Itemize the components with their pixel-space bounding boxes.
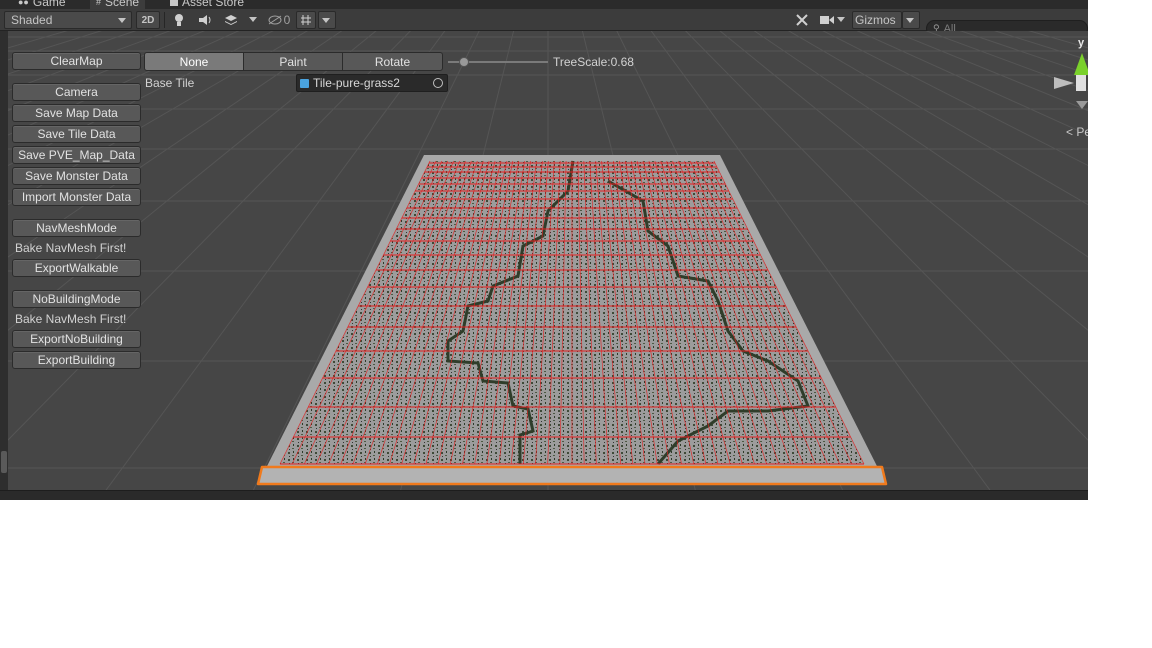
status-bar (0, 490, 1088, 500)
slider-thumb[interactable] (459, 57, 469, 67)
base-tile-label: Base Tile (145, 76, 195, 90)
selected-edge-strip (256, 465, 888, 486)
2d-toggle-button[interactable]: 2D (136, 11, 160, 29)
tab-asset-store[interactable]: Asset Store (164, 0, 250, 9)
object-picker-icon[interactable] (433, 78, 443, 88)
clear-map-button[interactable]: ClearMap (12, 52, 141, 70)
camera-settings-dropdown[interactable] (836, 11, 850, 29)
export-building-label: ExportBuilding (37, 353, 116, 367)
tree-scale-slider[interactable] (448, 55, 548, 69)
mode-none-label: None (179, 54, 209, 69)
tab-asset-store-label: Asset Store (182, 0, 245, 9)
save-monster-data-button[interactable]: Save Monster Data (12, 167, 141, 185)
bake-navmesh-hint: Bake NavMesh First! (15, 241, 127, 255)
hidden-count-label: 0 (283, 13, 291, 27)
save-pve-map-data-button[interactable]: Save PVE_Map_Data (12, 146, 141, 164)
unity-editor-window: ●● Game # Scene Asset Store Shaded 2D 0 … (0, 0, 1088, 500)
tab-bar: ●● Game # Scene Asset Store (0, 0, 1088, 9)
toolbar-divider (164, 12, 165, 28)
tab-game-label: Game (32, 0, 66, 9)
navmesh-mode-label: NavMeshMode (36, 221, 117, 235)
prefab-cube-icon (300, 78, 309, 88)
effects-toggle-button[interactable] (220, 11, 242, 29)
save-monster-data-label: Save Monster Data (25, 169, 128, 183)
grid-icon (301, 15, 311, 25)
mode-none-button[interactable]: None (144, 52, 244, 71)
scene-canvas[interactable] (8, 31, 1088, 490)
grid-toggle-button[interactable] (296, 11, 316, 29)
nobuilding-mode-button[interactable]: NoBuildingMode (12, 290, 141, 308)
tools-button[interactable] (790, 11, 814, 29)
mode-paint-button[interactable]: Paint (243, 52, 343, 71)
save-map-data-label: Save Map Data (35, 106, 118, 120)
video-camera-icon (820, 16, 834, 24)
save-map-data-button[interactable]: Save Map Data (12, 104, 141, 122)
tile-map[interactable] (256, 155, 888, 486)
store-icon (170, 0, 178, 6)
gizmos-label: Gizmos (855, 13, 896, 27)
shading-mode-label: Shaded (11, 13, 53, 27)
scroll-handle[interactable] (1, 451, 7, 473)
mode-rotate-button[interactable]: Rotate (342, 52, 443, 71)
shading-mode-dropdown[interactable]: Shaded (4, 11, 132, 29)
export-walkable-label: ExportWalkable (34, 261, 119, 275)
lighting-toggle-button[interactable] (168, 11, 190, 29)
save-pve-map-data-label: Save PVE_Map_Data (18, 148, 135, 162)
clear-map-label: ClearMap (50, 54, 103, 68)
gamepad-icon: ●● (18, 0, 29, 7)
base-tile-value: Tile-pure-grass2 (313, 76, 400, 90)
scene-toolbar: Shaded 2D 0 Gizmos ⚲ All (0, 9, 1088, 37)
nobuilding-mode-label: NoBuildingMode (32, 292, 121, 306)
gizmos-button[interactable]: Gizmos (852, 11, 902, 29)
speaker-icon (199, 15, 211, 25)
projection-text: Pe (1076, 125, 1088, 139)
camera-settings-button[interactable] (818, 11, 836, 29)
mode-rotate-label: Rotate (374, 54, 411, 69)
export-nobuilding-label: ExportNoBuilding (30, 332, 123, 346)
layers-icon (225, 15, 237, 25)
grid-dropdown[interactable] (318, 11, 336, 29)
navmesh-mode-button[interactable]: NavMeshMode (12, 219, 141, 237)
tab-scene[interactable]: # Scene (90, 0, 146, 9)
base-tile-object-field[interactable]: Tile-pure-grass2 (296, 74, 448, 92)
export-building-button[interactable]: ExportBuilding (12, 351, 141, 369)
hidden-objects-toggle[interactable]: 0 (264, 11, 294, 29)
eye-slash-icon (268, 15, 282, 25)
export-walkable-button[interactable]: ExportWalkable (12, 259, 141, 277)
scene-icon: # (96, 0, 102, 7)
orientation-gizmo[interactable]: y < Pe (1054, 33, 1088, 143)
projection-label[interactable]: < Pe (1066, 125, 1088, 139)
import-monster-data-button[interactable]: Import Monster Data (12, 188, 141, 206)
tools-icon (796, 14, 808, 26)
import-monster-data-label: Import Monster Data (21, 190, 132, 204)
lightbulb-icon (175, 14, 183, 26)
effects-dropdown[interactable] (244, 11, 262, 29)
tree-scale-label: TreeScale:0.68 (553, 55, 634, 69)
left-scrollbar[interactable] (0, 31, 8, 490)
gizmos-dropdown[interactable] (902, 11, 920, 29)
audio-toggle-button[interactable] (194, 11, 216, 29)
tab-scene-label: Scene (105, 0, 140, 9)
y-axis-label: y (1078, 37, 1085, 49)
2d-toggle-label: 2D (141, 14, 155, 26)
tab-game[interactable]: ●● Game (12, 0, 72, 9)
save-tile-data-button[interactable]: Save Tile Data (12, 125, 141, 143)
axis-cone-icon[interactable] (1054, 49, 1088, 129)
mode-paint-label: Paint (279, 54, 307, 69)
export-nobuilding-button[interactable]: ExportNoBuilding (12, 330, 141, 348)
save-tile-data-label: Save Tile Data (37, 127, 116, 141)
camera-button-label: Camera (55, 85, 98, 99)
scene-viewport[interactable]: y < Pe (8, 31, 1088, 490)
camera-button[interactable]: Camera (12, 83, 141, 101)
bake-navmesh-hint-2: Bake NavMesh First! (15, 312, 127, 326)
